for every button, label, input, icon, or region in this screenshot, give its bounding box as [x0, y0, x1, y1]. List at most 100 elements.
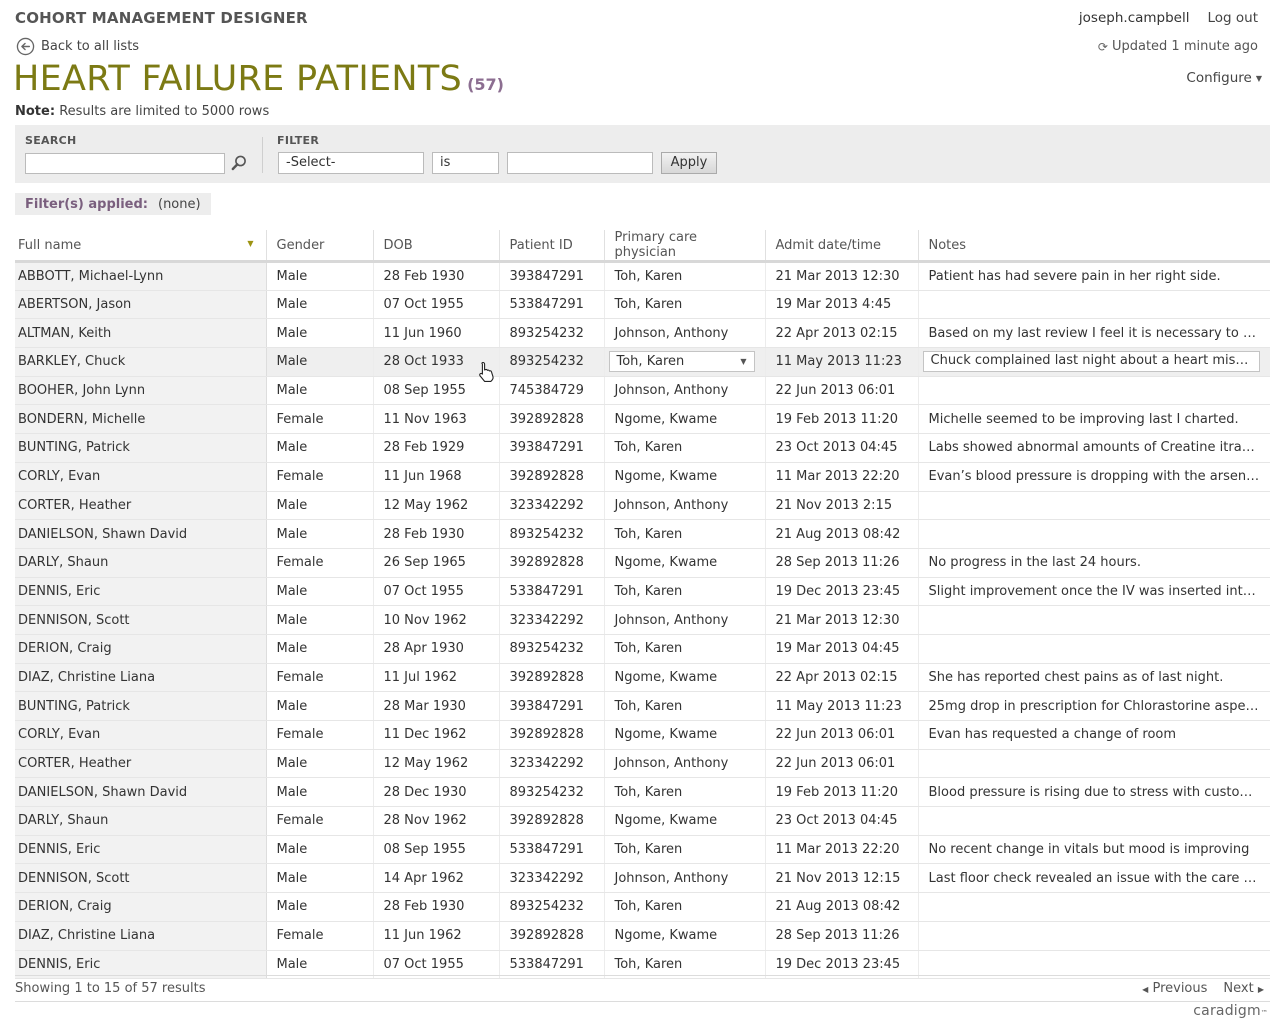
filter-value-input[interactable] [507, 152, 653, 174]
table-row[interactable]: DERION, Craig Male 28 Feb 1930 893254232 Toh… [15, 892, 1270, 922]
full-name-cell: DIAZ, Christine Liana [15, 921, 267, 951]
gender-cell: Female [266, 548, 374, 578]
admit-datetime-cell: 11 Mar 2013 22:20 [765, 462, 919, 492]
admit-datetime-cell: 21 Mar 2013 12:30 [765, 261, 919, 291]
admit-datetime-cell: 21 Nov 2013 12:15 [765, 863, 919, 894]
table-row[interactable]: DARLY, Shaun Female 26 Sep 1965 392892828 Ng… [15, 548, 1270, 578]
logout-link[interactable]: Log out [1207, 10, 1258, 26]
full-name-cell: DARLY, Shaun [15, 806, 267, 836]
patient-id-cell: 323342292 [499, 491, 605, 521]
notes-cell [918, 892, 1270, 922]
filter-field-select[interactable]: -Select- [278, 152, 424, 174]
gender-cell: Male [266, 519, 374, 549]
patient-id-cell: 392892828 [499, 720, 605, 750]
table-row[interactable]: DENNIS, Eric Male 08 Sep 1955 533847291 Toh,… [15, 835, 1270, 865]
physician-cell: Ngome, Kwame [604, 462, 766, 492]
patient-id-cell: 893254232 [499, 519, 605, 549]
sort-desc-icon[interactable]: ▼ [247, 239, 253, 248]
patient-id-cell: 393847291 [499, 691, 605, 721]
patient-id-cell: 323342292 [499, 749, 605, 779]
column-header[interactable]: Patient ID [499, 230, 605, 263]
full-name-cell: DERION, Craig [15, 892, 267, 922]
gender-cell: Male [266, 577, 374, 607]
table-row[interactable]: DIAZ, Christine Liana Female 11 Jul 1962 39… [15, 663, 1270, 693]
column-header[interactable]: Primary care physician [604, 230, 766, 263]
physician-cell: Toh, Karen [604, 892, 766, 922]
notes-cell: No recent change in vitals but mood is i… [918, 835, 1270, 865]
dob-cell: 26 Sep 1965 [373, 548, 500, 578]
column-header[interactable]: Gender [266, 230, 374, 263]
gender-cell: Male [266, 433, 374, 463]
table-row[interactable]: ALTMAN, Keith Male 11 Jun 1960 893254232 Joh… [15, 318, 1270, 349]
table-row[interactable]: ABERTSON, Jason Male 07 Oct 1955 533847291 T… [15, 290, 1270, 320]
table-row[interactable]: DERION, Craig Male 28 Apr 1930 893254232 Toh… [15, 634, 1270, 664]
search-icon[interactable] [230, 154, 248, 172]
filters-applied-value: (none) [158, 196, 201, 212]
full-name-cell: ABERTSON, Jason [15, 290, 267, 320]
note-text: Results are limited to 5000 rows [59, 104, 270, 119]
back-to-lists-link[interactable]: Back to all lists [16, 37, 139, 56]
notes-cell [918, 519, 1270, 549]
physician-cell[interactable]: Toh, Karen ▼ [604, 347, 766, 377]
table-row[interactable]: DENNISON, Scott Male 14 Apr 1962 323342292 J… [15, 863, 1270, 894]
physician-cell: Johnson, Anthony [604, 318, 766, 349]
column-header[interactable]: Notes [918, 230, 1270, 263]
dob-cell: 28 Feb 1930 [373, 519, 500, 549]
notes-cell [918, 290, 1270, 320]
refresh-icon[interactable]: ⟳ [1098, 40, 1108, 54]
patients-table: Full name ▼ Gender DOB Patient ID Primary car… [15, 230, 1270, 980]
updated-label: Updated 1 minute ago [1111, 39, 1258, 54]
admit-datetime-cell: 21 Aug 2013 08:42 [765, 519, 919, 549]
table-row[interactable]: DANIELSON, Shawn David Male 28 Dec 1930 893… [15, 777, 1270, 808]
physician-select[interactable]: Toh, Karen ▼ [608, 351, 755, 373]
full-name-cell: BONDERN, Michelle [15, 404, 267, 435]
notes-cell: Patient has had severe pain in her right… [918, 261, 1270, 291]
full-name-cell: BOOHER, John Lynn [15, 376, 267, 406]
search-input[interactable] [25, 153, 225, 174]
column-header[interactable]: DOB [373, 230, 500, 263]
configure-menu[interactable]: Configure ▼ [1186, 70, 1262, 86]
table-row[interactable]: BUNTING, Patrick Male 28 Feb 1929 393847291… [15, 433, 1270, 463]
patient-id-cell: 393847291 [499, 433, 605, 463]
full-name-cell: CORLY, Evan [15, 462, 267, 492]
full-name-cell: BARKLEY, Chuck [15, 347, 267, 377]
physician-cell: Johnson, Anthony [604, 491, 766, 521]
physician-cell: Toh, Karen [604, 634, 766, 664]
table-row[interactable]: DENNIS, Eric Male 07 Oct 1955 533847291 Toh,… [15, 577, 1270, 607]
table-row[interactable]: BARKLEY, Chuck Male 28 Oct 1933 893254232 To… [15, 347, 1270, 377]
patient-id-cell: 745384729 [499, 376, 605, 406]
column-header[interactable]: Admit date/time [765, 230, 919, 263]
table-row[interactable]: BONDERN, Michelle Female 11 Nov 1963 392892… [15, 404, 1270, 435]
username[interactable]: joseph.campbell [1079, 10, 1190, 26]
notes-cell: Last floor check revealed an issue with … [918, 863, 1270, 894]
table-row[interactable]: CORTER, Heather Male 12 May 1962 323342292 J… [15, 749, 1270, 779]
notes-input[interactable]: Chuck complained last night about a hear… [922, 351, 1260, 373]
table-row[interactable]: BUNTING, Patrick Male 28 Mar 1930 393847291… [15, 691, 1270, 721]
table-row[interactable]: DARLY, Shaun Female 28 Nov 1962 392892828 Ng… [15, 806, 1270, 836]
patient-id-cell: 893254232 [499, 347, 605, 377]
apply-button[interactable]: Apply [661, 152, 717, 174]
gender-cell: Male [266, 290, 374, 320]
admit-datetime-cell: 19 Feb 2013 11:20 [765, 777, 919, 808]
table-row[interactable]: CORLY, Evan Female 11 Jun 1968 392892828 Ngo… [15, 462, 1270, 492]
table-row[interactable]: DIAZ, Christine Liana Female 11 Jun 1962 39… [15, 921, 1270, 951]
gender-cell: Male [266, 863, 374, 894]
admit-datetime-cell: 22 Apr 2013 02:15 [765, 663, 919, 693]
table-row[interactable]: CORLY, Evan Female 11 Dec 1962 392892828 Ngo… [15, 720, 1270, 750]
patient-id-cell: 392892828 [499, 548, 605, 578]
patient-id-cell: 533847291 [499, 290, 605, 320]
patient-id-cell: 533847291 [499, 835, 605, 865]
table-row[interactable]: DANIELSON, Shawn David Male 28 Feb 1930 893… [15, 519, 1270, 549]
dob-cell: 28 Mar 1930 [373, 691, 500, 721]
column-header[interactable]: Full name ▼ [15, 230, 267, 263]
table-row[interactable]: BOOHER, John Lynn Male 08 Sep 1955 74538472… [15, 376, 1270, 406]
table-row[interactable]: CORTER, Heather Male 12 May 1962 323342292 J… [15, 491, 1270, 521]
previous-page-button[interactable]: ◀ Previous [1142, 981, 1207, 996]
notes-cell [918, 376, 1270, 406]
next-page-button[interactable]: Next ▶ [1223, 981, 1264, 996]
table-row[interactable]: ABBOTT, Michael-Lynn Male 28 Feb 1930 39384… [15, 261, 1270, 291]
table-row[interactable]: DENNISON, Scott Male 10 Nov 1962 323342292 J… [15, 605, 1270, 635]
filter-operator-select[interactable]: is [432, 152, 499, 174]
patient-id-cell: 533847291 [499, 577, 605, 607]
notes-cell[interactable]: Chuck complained last night about a hear… [918, 347, 1270, 377]
